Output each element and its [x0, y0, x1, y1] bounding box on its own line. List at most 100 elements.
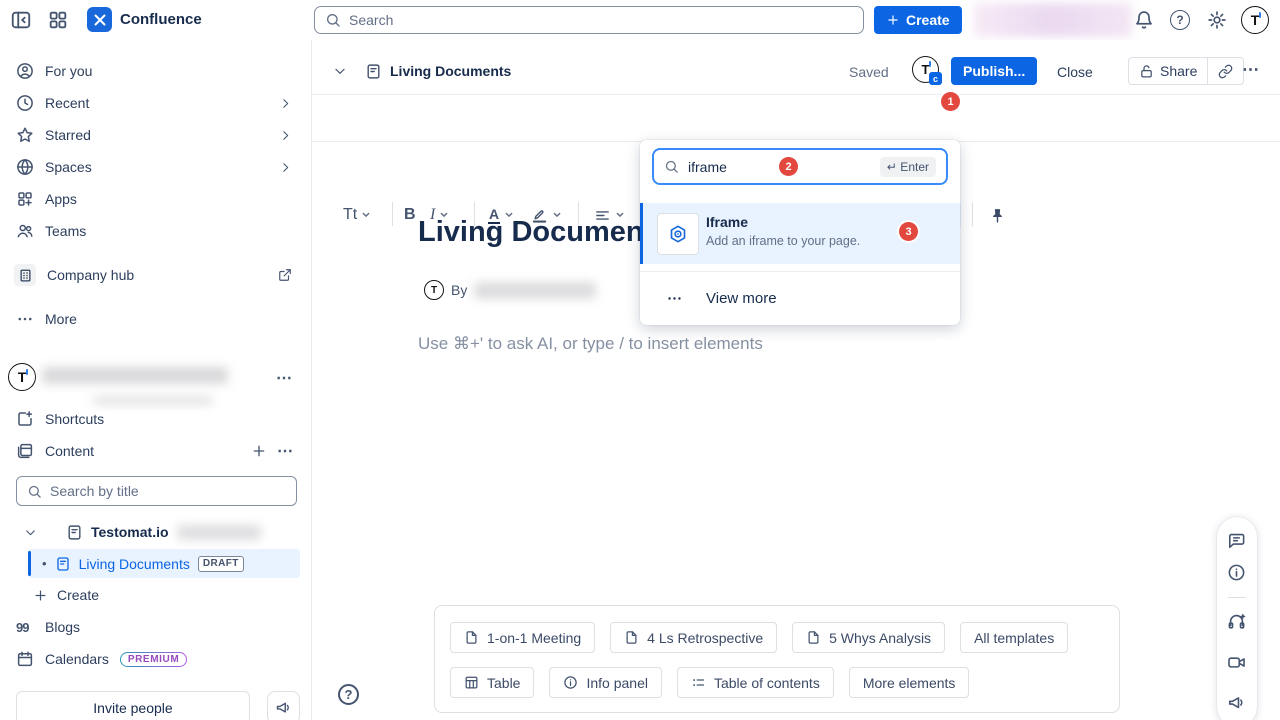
selection-indicator-bar: [28, 551, 31, 576]
result-selection-bar: [640, 203, 643, 264]
template-button-1on1[interactable]: 1-on-1 Meeting: [450, 622, 595, 653]
chevron-right-icon[interactable]: [279, 129, 292, 142]
publish-button[interactable]: Publish...: [951, 57, 1037, 85]
sidebar-item-more[interactable]: More: [0, 303, 312, 335]
global-search[interactable]: [314, 6, 864, 34]
external-link-icon: [278, 268, 292, 282]
sidebar-item-starred[interactable]: Starred: [0, 119, 312, 151]
insert-search[interactable]: ↵ Enter: [652, 148, 948, 185]
search-icon: [325, 12, 341, 28]
content-more-icon[interactable]: ⋯: [277, 441, 293, 461]
bullet-glyph: •: [42, 556, 47, 571]
annotation-step-2: 2: [779, 157, 798, 176]
template-suggestions-panel: 1-on-1 Meeting 4 Ls Retrospective 5 Whys…: [434, 605, 1120, 713]
video-icon[interactable]: [1227, 653, 1246, 672]
space-avatar[interactable]: T: [8, 363, 36, 391]
top-nav: Confluence Create ? T: [0, 0, 1280, 40]
annotation-step-3: 3: [899, 222, 918, 241]
announce-megaphone-button[interactable]: [267, 691, 300, 720]
sidebar-item-recent[interactable]: Recent: [0, 87, 312, 119]
share-button-group: Share: [1128, 57, 1244, 85]
tree-create-button[interactable]: Create: [33, 581, 99, 609]
feedback-megaphone-icon[interactable]: [1227, 693, 1246, 712]
insert-info-panel-button[interactable]: Info panel: [549, 667, 662, 698]
confluence-logo-icon[interactable]: [87, 7, 112, 32]
result-description: Add an iframe to your page.: [706, 234, 860, 248]
app-switcher-icon[interactable]: [47, 9, 69, 31]
search-icon: [664, 159, 679, 174]
add-content-icon[interactable]: [251, 443, 267, 459]
search-icon: [27, 484, 42, 499]
sidebar-item-apps[interactable]: Apps: [0, 183, 312, 215]
details-info-icon[interactable]: [1227, 563, 1246, 582]
content-search[interactable]: [16, 476, 297, 506]
insert-toc-button[interactable]: Table of contents: [677, 667, 834, 698]
create-button[interactable]: Create: [874, 6, 962, 34]
help-icon[interactable]: ?: [1170, 10, 1190, 30]
page-icon: [365, 63, 382, 80]
editor-toolbar: Tt B I A @ 1: [312, 95, 1280, 142]
insert-table-button[interactable]: Table: [450, 667, 534, 698]
more-elements-button[interactable]: More elements: [849, 667, 970, 698]
chevron-down-icon[interactable]: [24, 526, 37, 539]
collaborator-avatar[interactable]: T c: [912, 56, 939, 83]
sidebar: For you Recent Starred Spaces Apps Teams…: [0, 40, 312, 720]
right-rail: [1217, 517, 1257, 720]
all-templates-button[interactable]: All templates: [960, 622, 1068, 653]
content-search-input[interactable]: [50, 483, 286, 499]
editor-ai-placeholder[interactable]: Use ⌘+' to ask AI, or type / to insert e…: [418, 334, 763, 354]
redacted-author-name: [474, 282, 596, 299]
redacted-tree-text: [177, 525, 261, 540]
share-button[interactable]: Share: [1129, 58, 1207, 84]
result-title: Iframe: [706, 214, 748, 230]
sidebar-item-spaces[interactable]: Spaces: [0, 151, 312, 183]
collab-badge: c: [929, 72, 942, 85]
iframe-icon: [657, 213, 699, 255]
pin-toolbar-icon[interactable]: [989, 202, 1006, 228]
copy-link-icon[interactable]: [1208, 58, 1243, 84]
bold-button[interactable]: B: [404, 202, 416, 228]
global-search-input[interactable]: [349, 12, 853, 28]
text-style-button[interactable]: Tt: [343, 202, 372, 228]
collapse-title-chevron-icon[interactable]: [333, 64, 347, 78]
view-more-item[interactable]: View more: [640, 272, 960, 325]
unlock-icon: [1139, 64, 1154, 79]
profile-avatar[interactable]: T: [1241, 6, 1269, 34]
saved-status: Saved: [849, 64, 889, 80]
sidebar-item-blogs[interactable]: 99 Blogs: [0, 613, 312, 641]
settings-gear-icon[interactable]: [1207, 10, 1227, 30]
close-button[interactable]: Close: [1057, 64, 1093, 80]
template-button-5whys[interactable]: 5 Whys Analysis: [792, 622, 945, 653]
template-button-4ls[interactable]: 4 Ls Retrospective: [610, 622, 777, 653]
sidebar-item-shortcuts[interactable]: Shortcuts: [0, 404, 312, 434]
sidebar-item-for-you[interactable]: For you: [0, 55, 312, 87]
enter-key-hint: ↵ Enter: [880, 157, 936, 177]
premium-badge: PREMIUM: [120, 652, 187, 667]
sidebar-item-content[interactable]: Content ⋯: [0, 436, 312, 466]
author-avatar[interactable]: T: [424, 280, 444, 300]
comments-icon[interactable]: [1227, 531, 1246, 550]
sidebar-item-company-hub[interactable]: Company hub: [0, 259, 312, 291]
sidebar-item-teams[interactable]: Teams: [0, 215, 312, 247]
byline-prefix: By: [451, 282, 467, 298]
header-page-title: Living Documents: [390, 63, 511, 79]
notifications-icon[interactable]: [1134, 10, 1154, 30]
for-you-icon-label: For you: [45, 63, 92, 79]
editor-help-icon[interactable]: ?: [338, 684, 359, 705]
space-more-icon[interactable]: ⋯: [276, 368, 292, 388]
support-headset-icon[interactable]: [1227, 612, 1246, 631]
header-more-icon[interactable]: ⋯: [1242, 60, 1259, 80]
blogs-quote-icon: 99: [16, 620, 34, 635]
ellipsis-icon: [666, 290, 683, 307]
draft-badge: DRAFT: [198, 556, 244, 572]
invite-people-button[interactable]: Invite people: [16, 691, 250, 720]
chevron-right-icon[interactable]: [279, 161, 292, 174]
collapse-sidebar-icon[interactable]: [10, 9, 32, 31]
sidebar-item-calendars[interactable]: Calendars PREMIUM: [0, 645, 312, 673]
redacted-banner: [974, 3, 1132, 37]
tree-item-space-root[interactable]: Testomat.io: [24, 519, 261, 545]
document-title[interactable]: Living Documents: [418, 216, 669, 249]
tree-item-current-page[interactable]: • Living Documents DRAFT: [28, 549, 300, 578]
chevron-right-icon[interactable]: [279, 97, 292, 110]
redacted-space-name: [42, 367, 228, 384]
